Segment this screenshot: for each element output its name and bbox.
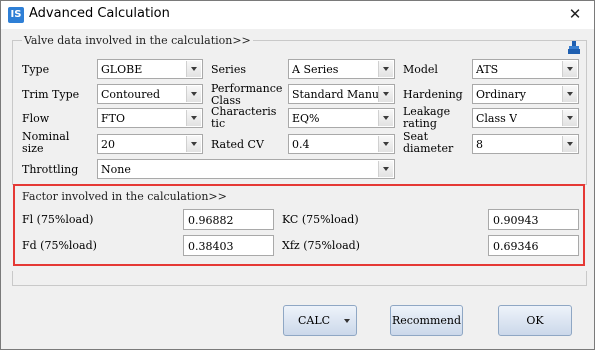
- calc-button[interactable]: CALC: [283, 305, 357, 336]
- series-label: Series: [211, 63, 246, 76]
- fd-field[interactable]: 0.38403: [183, 235, 274, 256]
- rated-cv-label: Rated CV: [211, 138, 264, 151]
- nominal-size-value: 20: [101, 138, 115, 151]
- model-value: ATS: [476, 63, 499, 76]
- model-label: Model: [403, 63, 438, 76]
- series-value: A Series: [292, 63, 339, 76]
- flow-select[interactable]: FTO: [97, 108, 203, 128]
- chevron-down-icon[interactable]: [562, 86, 577, 102]
- type-value: GLOBE: [101, 63, 143, 76]
- performance-class-select[interactable]: Standard Manuf: [288, 84, 395, 104]
- model-select[interactable]: ATS: [472, 59, 579, 79]
- kc-label: KC (75%load): [282, 213, 359, 226]
- rated-cv-select[interactable]: 0.4: [288, 134, 395, 154]
- factor-group-title: Factor involved in the calculation>>: [20, 190, 229, 203]
- chevron-down-icon[interactable]: [562, 61, 577, 77]
- ok-button-label: OK: [526, 314, 544, 327]
- throttling-select[interactable]: None: [97, 159, 395, 179]
- calc-button-label: CALC: [297, 314, 331, 327]
- fd-label: Fd (75%load): [22, 239, 97, 252]
- flow-value: FTO: [101, 112, 125, 125]
- series-select[interactable]: A Series: [288, 59, 395, 79]
- seat-diameter-select[interactable]: 8: [472, 134, 579, 154]
- kc-field[interactable]: 0.90943: [488, 209, 579, 230]
- performance-class-label: Performance Class: [211, 82, 283, 107]
- xfz-field[interactable]: 0.69346: [488, 235, 579, 256]
- characteristic-select[interactable]: EQ%: [288, 108, 395, 128]
- type-select[interactable]: GLOBE: [97, 59, 203, 79]
- nominal-size-select[interactable]: 20: [97, 134, 203, 154]
- performance-class-value: Standard Manuf: [292, 88, 378, 101]
- trim-type-select[interactable]: Contoured: [97, 84, 203, 104]
- chevron-down-icon[interactable]: [562, 110, 577, 126]
- group-bottom-divider: [12, 271, 587, 286]
- trim-type-value: Contoured: [101, 88, 161, 101]
- leakage-rating-label: Leakage rating: [403, 105, 451, 130]
- chevron-down-icon[interactable]: [378, 110, 393, 126]
- nominal-size-label: Nominal size: [22, 130, 70, 155]
- chevron-down-icon[interactable]: [186, 136, 201, 152]
- valve-data-group-title: Valve data involved in the calculation>>: [22, 34, 253, 47]
- fl-field[interactable]: 0.96882: [183, 209, 274, 230]
- leakage-rating-select[interactable]: Class V: [472, 108, 579, 128]
- chevron-down-icon[interactable]: [378, 61, 393, 77]
- chevron-down-icon[interactable]: [186, 86, 201, 102]
- chevron-down-icon[interactable]: [378, 161, 393, 177]
- ok-button[interactable]: OK: [498, 305, 572, 336]
- hardening-select[interactable]: Ordinary: [472, 84, 579, 104]
- close-icon[interactable]: ✕: [563, 3, 587, 25]
- chevron-down-icon[interactable]: [344, 319, 350, 323]
- characteristic-value: EQ%: [292, 112, 320, 125]
- chevron-down-icon[interactable]: [562, 136, 577, 152]
- window-title: Advanced Calculation: [29, 6, 170, 21]
- recommend-button[interactable]: Recommend: [390, 305, 463, 336]
- trim-type-label: Trim Type: [22, 88, 80, 101]
- seat-diameter-label: Seat diameter: [403, 130, 454, 155]
- chevron-down-icon[interactable]: [378, 86, 393, 102]
- type-label: Type: [22, 63, 50, 76]
- app-logo-icon: IS: [8, 7, 24, 23]
- flow-label: Flow: [22, 112, 50, 125]
- chevron-down-icon[interactable]: [378, 136, 393, 152]
- hardening-value: Ordinary: [476, 88, 526, 101]
- characteristic-label: Characteris tic: [211, 105, 277, 130]
- chevron-down-icon[interactable]: [186, 61, 201, 77]
- rated-cv-value: 0.4: [292, 138, 310, 151]
- brush-icon[interactable]: [567, 41, 581, 55]
- xfz-label: Xfz (75%load): [282, 239, 360, 252]
- chevron-down-icon[interactable]: [186, 110, 201, 126]
- throttling-value: None: [101, 163, 131, 176]
- title-bar[interactable]: IS Advanced Calculation ✕: [1, 1, 594, 29]
- seat-diameter-value: 8: [476, 138, 483, 151]
- hardening-label: Hardening: [403, 88, 463, 101]
- throttling-label: Throttling: [22, 163, 79, 176]
- fl-label: Fl (75%load): [22, 213, 94, 226]
- advanced-calculation-dialog: IS Advanced Calculation ✕ Valve data inv…: [0, 0, 595, 350]
- recommend-button-label: Recommend: [391, 314, 462, 327]
- leakage-rating-value: Class V: [476, 112, 518, 125]
